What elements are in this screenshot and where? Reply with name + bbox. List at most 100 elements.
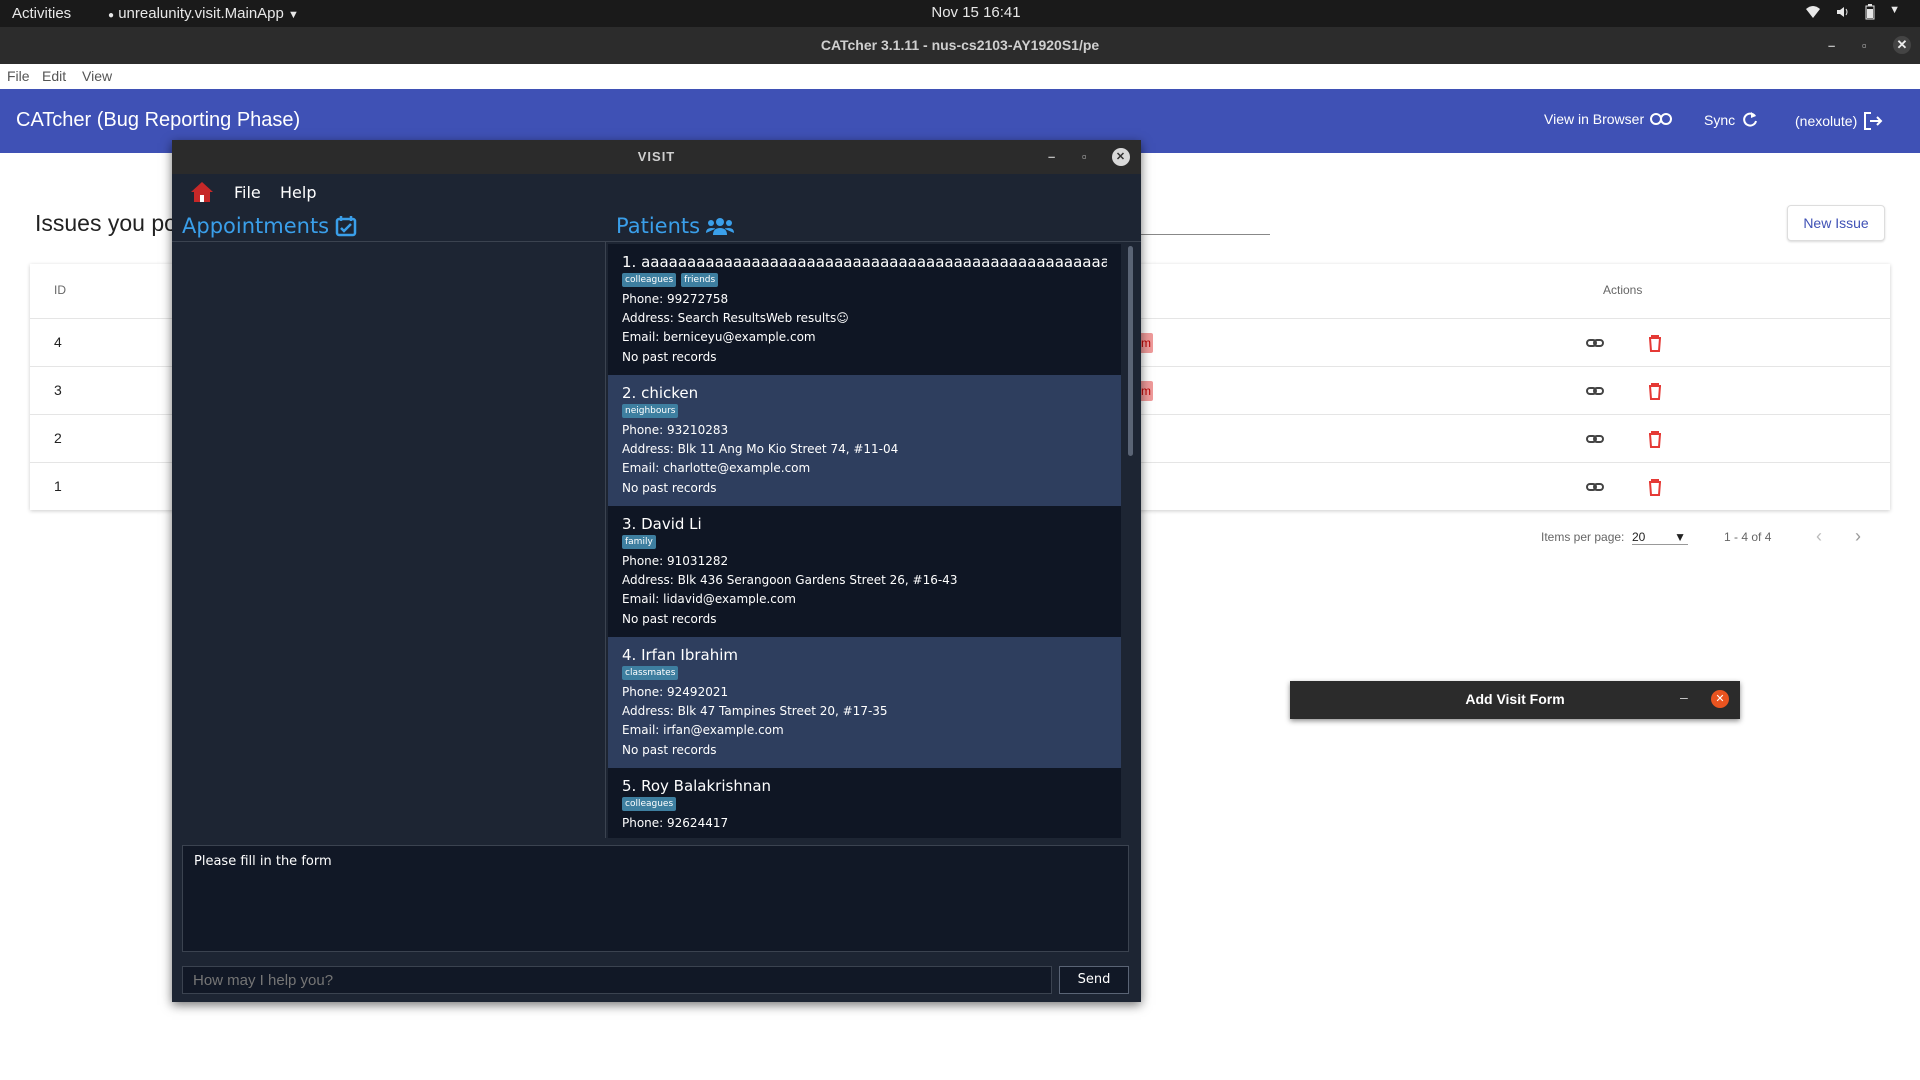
filter-input[interactable] bbox=[1140, 234, 1270, 235]
link-icon[interactable] bbox=[1583, 379, 1607, 403]
maximize-icon[interactable]: ▫ bbox=[1862, 27, 1867, 64]
close-icon[interactable]: ✕ bbox=[1112, 148, 1130, 166]
patient-tag: classmates bbox=[622, 666, 679, 680]
maximize-icon[interactable]: ▫ bbox=[1082, 140, 1087, 174]
view-in-browser-button[interactable]: View in Browser bbox=[1544, 111, 1673, 127]
list-item[interactable]: 1. aaaaaaaaaaaaaaaaaaaaaaaaaaaaaaaaaaaaa… bbox=[608, 244, 1121, 375]
appointments-list[interactable] bbox=[172, 242, 606, 838]
visit-menu-bar: File Help bbox=[172, 174, 1141, 212]
items-per-page-label: Items per page: bbox=[1541, 530, 1625, 544]
calendar-check-icon bbox=[335, 216, 357, 237]
visit-title: VISIT bbox=[637, 149, 676, 164]
issue-id: 4 bbox=[54, 334, 62, 350]
patient-tag: friends bbox=[681, 273, 719, 287]
caret-down-icon: ▼ bbox=[288, 9, 299, 21]
result-display: Please fill in the form bbox=[182, 845, 1129, 952]
patient-name: 1. aaaaaaaaaaaaaaaaaaaaaaaaaaaaaaaaaaaaa… bbox=[622, 253, 1107, 271]
link-icon bbox=[1650, 113, 1673, 125]
patients-title: Patients bbox=[616, 214, 701, 238]
home-icon bbox=[191, 182, 213, 202]
patients-list[interactable]: 1. aaaaaaaaaaaaaaaaaaaaaaaaaaaaaaaaaaaaa… bbox=[608, 242, 1141, 838]
patient-records: No past records bbox=[622, 349, 717, 364]
visit-menu-help[interactable]: Help bbox=[280, 183, 316, 202]
link-icon[interactable] bbox=[1583, 475, 1607, 499]
patient-phone: Phone: 99272758 bbox=[622, 292, 729, 306]
patient-email: Email: irfan@example.com bbox=[622, 723, 784, 738]
menu-edit[interactable]: Edit bbox=[42, 68, 66, 84]
battery-icon bbox=[1865, 4, 1875, 20]
list-item[interactable]: 5. Roy Balakrishnan colleagues Phone: 92… bbox=[608, 768, 1121, 838]
close-icon[interactable]: ✕ bbox=[1893, 36, 1911, 54]
list-item[interactable]: 3. David Li family Phone: 91031282 Addre… bbox=[608, 506, 1121, 637]
patient-address: Address: Blk 436 Serangoon Gardens Stree… bbox=[622, 573, 958, 588]
activities-button[interactable]: Activities bbox=[12, 5, 71, 22]
app-menu-label: unrealunity.visit.MainApp bbox=[118, 5, 284, 22]
send-button[interactable]: Send bbox=[1059, 966, 1129, 994]
patient-tags: classmates bbox=[622, 666, 1107, 682]
app-menu[interactable]: ● unrealunity.visit.MainApp ▼ bbox=[108, 5, 299, 22]
link-icon[interactable] bbox=[1583, 331, 1607, 355]
minimize-icon[interactable]: – bbox=[1680, 689, 1688, 705]
page-range: 1 - 4 of 4 bbox=[1724, 530, 1772, 544]
prev-page-icon[interactable]: ‹ bbox=[1816, 526, 1822, 547]
logout-button[interactable]: (nexolute) bbox=[1795, 111, 1883, 131]
issue-label: m bbox=[1139, 333, 1153, 353]
view-in-browser-label: View in Browser bbox=[1544, 111, 1645, 127]
patient-tag: family bbox=[622, 535, 656, 549]
visit-window: VISIT – ▫ ✕ File Help Appointments Patie… bbox=[172, 140, 1141, 1002]
delete-icon[interactable] bbox=[1643, 427, 1667, 451]
delete-icon[interactable] bbox=[1643, 379, 1667, 403]
app-title: CATcher (Bug Reporting Phase) bbox=[16, 109, 301, 131]
patient-tag: colleagues bbox=[622, 273, 677, 287]
issue-label: m bbox=[1139, 381, 1153, 401]
patient-records: No past records bbox=[622, 611, 717, 626]
patient-tag: colleagues bbox=[622, 797, 677, 811]
patient-address: Address: Search ResultsWeb results☺ bbox=[622, 311, 849, 326]
volume-icon bbox=[1837, 7, 1848, 17]
clock[interactable]: Nov 15 16:41 bbox=[916, 4, 1036, 21]
minimize-icon[interactable]: – bbox=[1828, 27, 1835, 64]
patient-name: 4. Irfan Ibrahim bbox=[622, 646, 739, 664]
add-visit-form-window[interactable]: Add Visit Form – ✕ bbox=[1290, 681, 1740, 719]
list-item[interactable]: 2. chicken neighbours Phone: 93210283 Ad… bbox=[608, 375, 1121, 506]
sync-label: Sync bbox=[1704, 112, 1736, 128]
patient-email: Email: charlotte@example.com bbox=[622, 461, 811, 476]
menu-view[interactable]: View bbox=[82, 68, 112, 84]
items-per-page-value: 20 bbox=[1632, 530, 1646, 544]
system-tray[interactable]: ▼ bbox=[1805, 4, 1900, 20]
new-issue-button[interactable]: New Issue bbox=[1787, 205, 1885, 241]
list-item[interactable]: 4. Irfan Ibrahim classmates Phone: 92492… bbox=[608, 637, 1121, 768]
patient-address: Address: Blk 47 Tampines Street 20, #17-… bbox=[622, 704, 888, 719]
logout-icon bbox=[1864, 112, 1883, 130]
link-icon[interactable] bbox=[1583, 427, 1607, 451]
next-page-icon[interactable]: › bbox=[1855, 526, 1861, 547]
patient-address: Address: Blk 11 Ang Mo Kio Street 74, #1… bbox=[622, 442, 899, 457]
patient-tags: family bbox=[622, 535, 1107, 551]
patient-tag: neighbours bbox=[622, 404, 679, 418]
issue-id: 3 bbox=[54, 382, 62, 398]
command-input[interactable] bbox=[182, 966, 1052, 994]
items-per-page-select[interactable]: 20 ▼ bbox=[1632, 530, 1688, 545]
minimize-icon[interactable]: – bbox=[1048, 140, 1055, 174]
col-id-header[interactable]: ID bbox=[54, 283, 66, 297]
refresh-icon bbox=[1743, 112, 1758, 127]
visit-titlebar: VISIT – ▫ ✕ bbox=[172, 140, 1141, 174]
patient-name: 3. David Li bbox=[622, 515, 702, 533]
patient-tags: colleagues bbox=[622, 797, 1107, 813]
menu-file[interactable]: File bbox=[7, 68, 30, 84]
delete-icon[interactable] bbox=[1643, 475, 1667, 499]
patient-tags: neighbours bbox=[622, 404, 1107, 420]
col-actions-header: Actions bbox=[1603, 283, 1643, 297]
app-icon: ● bbox=[108, 10, 115, 21]
appointments-header: Appointments bbox=[182, 214, 357, 238]
visit-menu-file[interactable]: File bbox=[234, 183, 261, 202]
delete-icon[interactable] bbox=[1643, 331, 1667, 355]
patient-phone: Phone: 91031282 bbox=[622, 554, 729, 568]
patients-scrollbar[interactable] bbox=[1128, 246, 1133, 456]
close-icon[interactable]: ✕ bbox=[1711, 690, 1729, 708]
wifi-icon bbox=[1806, 6, 1821, 18]
sync-button[interactable]: Sync bbox=[1704, 111, 1759, 129]
patient-email: Email: lidavid@example.com bbox=[622, 592, 796, 607]
command-row: Send bbox=[182, 966, 1129, 994]
window-titlebar: CATcher 3.1.11 - nus-cs2103-AY1920S1/pe … bbox=[0, 27, 1920, 64]
